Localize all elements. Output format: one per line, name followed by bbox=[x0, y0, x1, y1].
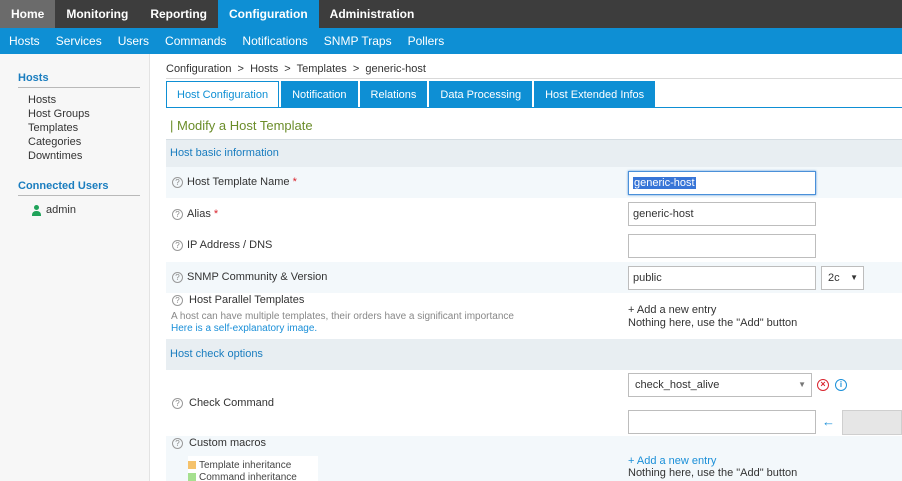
macros-empty-message: Nothing here, use the "Add" button bbox=[628, 467, 798, 479]
top-navigation: Home Monitoring Reporting Configuration … bbox=[0, 0, 902, 28]
snmp-community-input[interactable]: public bbox=[628, 266, 816, 290]
form-title: | Modify a Host Template bbox=[170, 118, 313, 133]
tabs-divider bbox=[166, 107, 902, 108]
subnav-pollers[interactable]: Pollers bbox=[400, 28, 453, 54]
remove-icon[interactable]: × bbox=[817, 379, 829, 391]
tab-data-processing[interactable]: Data Processing bbox=[429, 81, 533, 108]
legend-command-inheritance: Command inheritance bbox=[188, 471, 318, 481]
nav-administration[interactable]: Administration bbox=[319, 0, 426, 28]
sidebar-item-hosts[interactable]: Hosts bbox=[28, 93, 90, 107]
help-icon[interactable]: ? bbox=[172, 209, 183, 220]
breadcrumb-divider bbox=[166, 78, 902, 79]
legend-swatch bbox=[188, 473, 196, 481]
sidebar-hosts-list: Hosts Host Groups Templates Categories D… bbox=[28, 93, 90, 163]
subnav-services[interactable]: Services bbox=[48, 28, 110, 54]
nav-home[interactable]: Home bbox=[0, 0, 56, 28]
dropdown-arrow-icon: ▼ bbox=[798, 380, 806, 389]
tab-host-extended-infos[interactable]: Host Extended Infos bbox=[534, 81, 656, 108]
tab-notification[interactable]: Notification bbox=[281, 81, 358, 108]
legend-template-inheritance: Template inheritance bbox=[188, 459, 318, 471]
info-icon[interactable]: i bbox=[835, 379, 847, 391]
nav-reporting[interactable]: Reporting bbox=[139, 0, 218, 28]
connected-user-name: admin bbox=[46, 204, 76, 216]
ip-address-label: IP Address / DNS bbox=[187, 239, 273, 251]
row-alias: ? Alias * generic-host bbox=[166, 198, 902, 230]
row-check-command: ? Check Command check_host_alive ▼ × i ← bbox=[166, 370, 902, 436]
help-icon[interactable]: ? bbox=[172, 295, 183, 306]
parallel-add-entry-button[interactable]: + Add a new entry bbox=[628, 304, 716, 316]
tab-host-configuration[interactable]: Host Configuration bbox=[166, 81, 280, 108]
section-host-basic-information: Host basic information bbox=[166, 139, 902, 167]
sidebar-item-templates[interactable]: Templates bbox=[28, 121, 90, 135]
sidebar-item-categories[interactable]: Categories bbox=[28, 135, 90, 149]
legend-label: Template inheritance bbox=[199, 459, 292, 471]
help-icon[interactable]: ? bbox=[172, 177, 183, 188]
row-parallel-templates: ? Host Parallel Templates A host can hav… bbox=[166, 293, 902, 339]
custom-macros-label: Custom macros bbox=[189, 437, 267, 449]
row-ip-address: ? IP Address / DNS bbox=[166, 230, 902, 262]
check-command-label: Check Command bbox=[189, 397, 274, 409]
alias-input[interactable]: generic-host bbox=[628, 202, 816, 226]
subnav-snmp-traps[interactable]: SNMP Traps bbox=[316, 28, 400, 54]
parallel-templates-description: A host can have multiple templates, thei… bbox=[171, 311, 514, 322]
help-icon[interactable]: ? bbox=[172, 438, 183, 449]
legend-label: Command inheritance bbox=[199, 471, 297, 481]
subnav-commands[interactable]: Commands bbox=[157, 28, 234, 54]
user-icon bbox=[32, 204, 41, 216]
row-template-name: ? Host Template Name * generic-host bbox=[166, 167, 902, 198]
check-command-value: check_host_alive bbox=[635, 379, 720, 391]
tab-relations[interactable]: Relations bbox=[359, 81, 428, 108]
nav-configuration[interactable]: Configuration bbox=[218, 0, 319, 28]
snmp-version-value: 2c bbox=[828, 272, 840, 284]
section-host-check-options: Host check options bbox=[166, 339, 902, 370]
macros-add-entry-button[interactable]: + Add a new entry bbox=[628, 455, 716, 467]
parallel-templates-label: Host Parallel Templates bbox=[189, 294, 305, 306]
macro-legend: Template inheritance Command inheritance bbox=[188, 456, 318, 481]
sub-navigation: Hosts Services Users Commands Notificati… bbox=[0, 28, 902, 54]
template-name-label: Host Template Name * bbox=[187, 176, 297, 188]
sidebar-hosts-title: Hosts bbox=[18, 72, 140, 88]
command-arguments-button[interactable] bbox=[842, 410, 902, 435]
sidebar-item-host-groups[interactable]: Host Groups bbox=[28, 107, 90, 121]
sidebar: Hosts Hosts Host Groups Templates Catego… bbox=[0, 54, 150, 481]
self-explanatory-image-link[interactable]: Here is a self-explanatory image. bbox=[171, 323, 317, 334]
template-name-input[interactable]: generic-host bbox=[628, 171, 816, 195]
check-command-args-input[interactable] bbox=[628, 410, 816, 434]
subnav-users[interactable]: Users bbox=[110, 28, 157, 54]
dropdown-arrow-icon: ▼ bbox=[850, 273, 858, 282]
ip-address-input[interactable] bbox=[628, 234, 816, 258]
arrow-left-icon[interactable]: ← bbox=[822, 414, 835, 429]
row-snmp: ? SNMP Community & Version public 2c ▼ bbox=[166, 262, 902, 293]
subnav-notifications[interactable]: Notifications bbox=[234, 28, 315, 54]
parallel-empty-message: Nothing here, use the "Add" button bbox=[628, 317, 798, 329]
sidebar-connected-users-title: Connected Users bbox=[18, 180, 140, 196]
connected-user[interactable]: admin bbox=[32, 204, 76, 216]
check-command-select[interactable]: check_host_alive ▼ bbox=[628, 373, 812, 397]
alias-label: Alias * bbox=[187, 208, 219, 220]
snmp-version-select[interactable]: 2c ▼ bbox=[821, 266, 864, 290]
sidebar-item-downtimes[interactable]: Downtimes bbox=[28, 149, 90, 163]
help-icon[interactable]: ? bbox=[172, 272, 183, 283]
snmp-label: SNMP Community & Version bbox=[187, 271, 328, 283]
form-tabs: Host Configuration Notification Relation… bbox=[166, 81, 656, 108]
nav-monitoring[interactable]: Monitoring bbox=[55, 0, 139, 28]
breadcrumb: Configuration > Hosts > Templates > gene… bbox=[166, 63, 426, 75]
legend-swatch bbox=[188, 461, 196, 469]
subnav-hosts[interactable]: Hosts bbox=[0, 28, 48, 54]
help-icon[interactable]: ? bbox=[172, 398, 183, 409]
help-icon[interactable]: ? bbox=[172, 240, 183, 251]
